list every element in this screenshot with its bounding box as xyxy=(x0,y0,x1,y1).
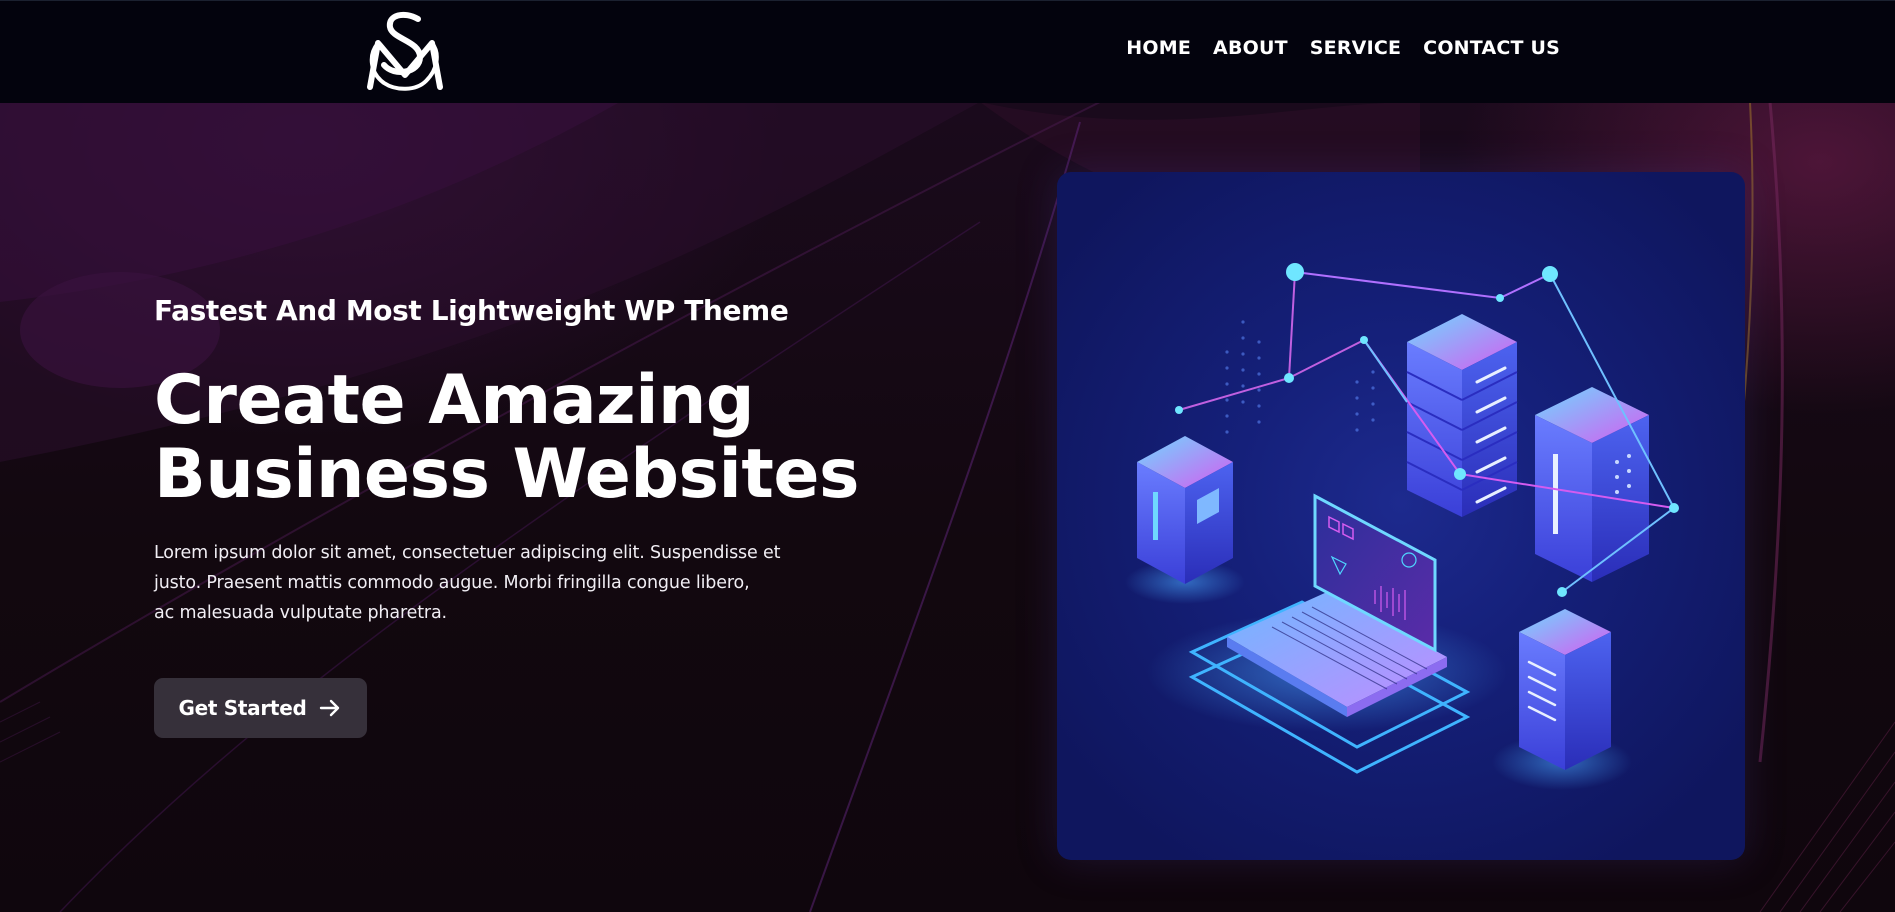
bottom-right-server-shape xyxy=(1519,609,1611,770)
nav-contact-us-link[interactable]: CONTACT US xyxy=(1423,37,1560,59)
site-header: HOME ABOUT SERVICE CONTACT US xyxy=(0,0,1895,103)
get-started-button[interactable]: Get Started xyxy=(154,678,367,738)
main-nav: HOME ABOUT SERVICE CONTACT US xyxy=(1126,37,1560,59)
right-server-shape xyxy=(1535,387,1649,582)
servers-laptop-network-illustration xyxy=(1125,263,1679,790)
nav-home-link[interactable]: HOME xyxy=(1126,37,1191,59)
hero-description: Lorem ipsum dolor sit amet, consectetuer… xyxy=(154,538,814,628)
hero-headline: Create Amazing Business Websites xyxy=(154,364,859,512)
sm-monogram-icon xyxy=(367,11,443,91)
page: HOME ABOUT SERVICE CONTACT US Fastest An… xyxy=(0,0,1895,912)
headline-line-2: Business Websites xyxy=(154,435,859,514)
description-line-2: justo. Praesent mattis commodo augue. Mo… xyxy=(154,573,750,593)
get-started-label: Get Started xyxy=(178,696,307,720)
hero-illustration-card xyxy=(1057,172,1745,860)
nav-service-link[interactable]: SERVICE xyxy=(1310,37,1401,59)
description-line-1: Lorem ipsum dolor sit amet, consectetuer… xyxy=(154,543,781,563)
hero-tagline: Fastest And Most Lightweight WP Theme xyxy=(154,294,789,327)
hero-section: Fastest And Most Lightweight WP Theme Cr… xyxy=(0,102,1895,912)
nav-about-link[interactable]: ABOUT xyxy=(1213,37,1288,59)
headline-line-1: Create Amazing xyxy=(154,361,755,440)
sm-logo[interactable] xyxy=(360,11,450,93)
description-line-3: ac malesuada vulputate pharetra. xyxy=(154,603,447,623)
center-server-stack-shape xyxy=(1406,314,1518,517)
left-server-shape xyxy=(1137,436,1233,584)
arrow-right-icon xyxy=(320,699,340,717)
